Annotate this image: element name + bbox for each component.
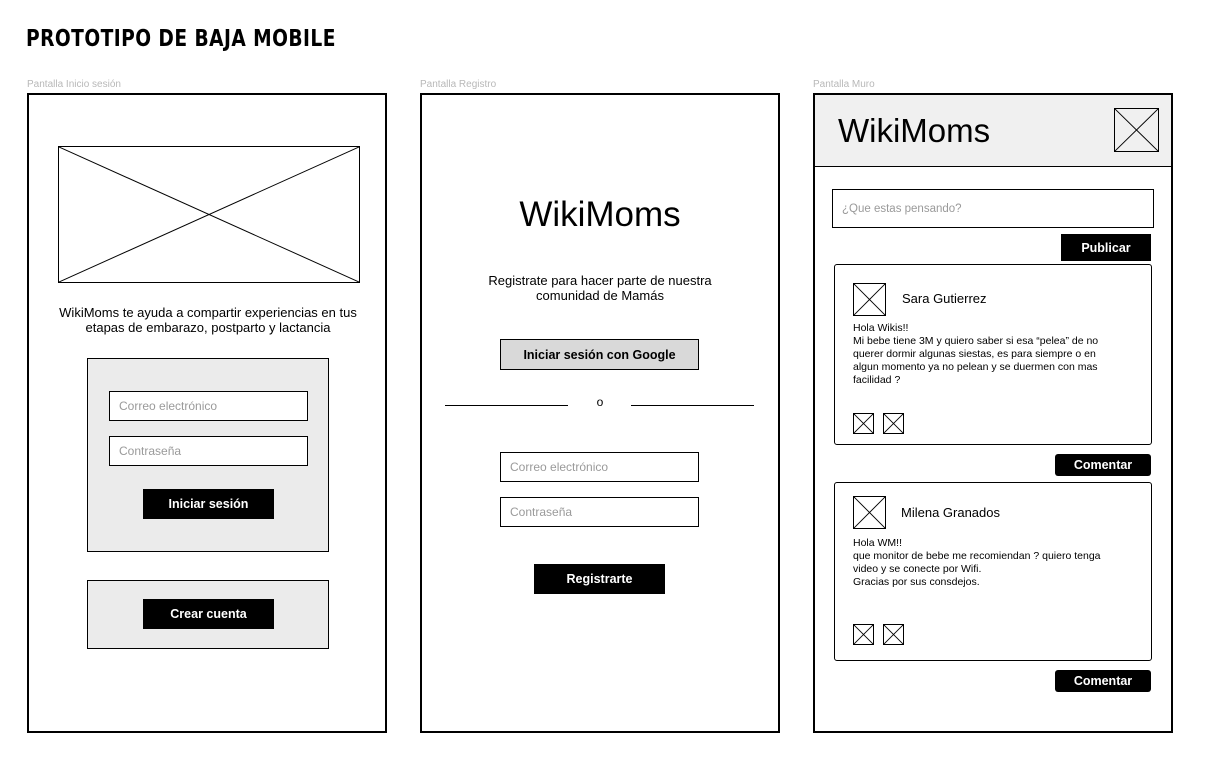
wall-screen: WikiMoms ¿Que estas pensando? Publicar S… <box>813 93 1173 733</box>
frame-label-wall: Pantalla Muro <box>813 79 875 90</box>
hero-image-placeholder <box>58 146 360 283</box>
create-account-button[interactable]: Crear cuenta <box>143 599 274 629</box>
like-icon[interactable] <box>853 624 874 645</box>
publish-button[interactable]: Publicar <box>1061 234 1151 261</box>
divider-line-left <box>445 405 568 406</box>
register-email-input[interactable]: Correo electrónico <box>500 452 699 482</box>
register-app-name: WikiMoms <box>519 195 681 234</box>
profile-image-icon[interactable] <box>1114 108 1159 152</box>
create-account-panel: Crear cuenta <box>87 580 329 649</box>
register-password-input[interactable]: Contraseña <box>500 497 699 527</box>
frame-label-register: Pantalla Registro <box>420 79 497 90</box>
register-button[interactable]: Registrarte <box>534 564 665 594</box>
avatar <box>853 496 886 529</box>
frame-label-login: Pantalla Inicio sesión <box>27 79 121 90</box>
register-subtitle: Registrate para hacer parte de nuestra c… <box>488 273 712 303</box>
divider-text: o <box>596 395 604 409</box>
avatar <box>853 283 886 316</box>
wall-header: WikiMoms <box>815 95 1171 167</box>
login-description: WikiMoms te ayuda a compartir experienci… <box>59 305 357 335</box>
like-icon[interactable] <box>853 413 874 434</box>
login-button[interactable]: Iniciar sesión <box>143 489 274 519</box>
post-card: Milena Granados Hola WM!! que monitor de… <box>834 482 1152 661</box>
comment-button[interactable]: Comentar <box>1055 454 1151 476</box>
post-card: Sara Gutierrez Hola Wikis!! Mi bebe tien… <box>834 264 1152 445</box>
post-text: Hola WM!! que monitor de bebe me recomie… <box>853 537 1101 588</box>
post-composer-input[interactable]: ¿Que estas pensando? <box>832 189 1154 228</box>
share-icon[interactable] <box>883 624 904 645</box>
post-author: Milena Granados <box>901 505 1000 520</box>
register-screen: WikiMoms Registrate para hacer parte de … <box>420 93 780 733</box>
comment-button[interactable]: Comentar <box>1055 670 1151 692</box>
post-text: Hola Wikis!! Mi bebe tiene 3M y quiero s… <box>853 322 1099 386</box>
share-icon[interactable] <box>883 413 904 434</box>
wall-app-name: WikiMoms <box>838 112 991 149</box>
login-email-input[interactable]: Correo electrónico <box>109 391 308 421</box>
login-password-input[interactable]: Contraseña <box>109 436 308 466</box>
login-screen: WikiMoms te ayuda a compartir experienci… <box>27 93 387 733</box>
login-form-panel: Correo electrónico Contraseña Iniciar se… <box>87 358 329 552</box>
page-title: PROTOTIPO DE BAJA MOBILE <box>26 26 336 52</box>
post-author: Sara Gutierrez <box>902 291 987 306</box>
google-signin-button[interactable]: Iniciar sesión con Google <box>500 339 699 370</box>
divider-line-right <box>631 405 754 406</box>
